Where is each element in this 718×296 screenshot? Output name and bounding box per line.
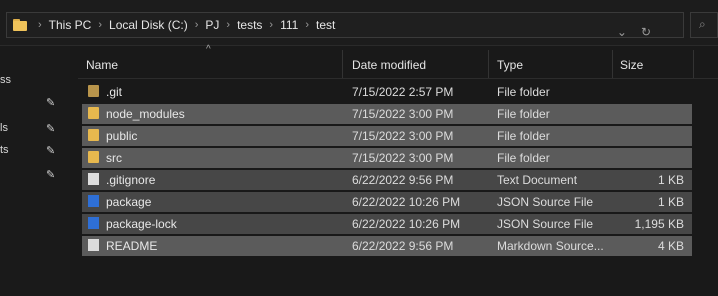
folder-icon bbox=[88, 107, 99, 119]
file-size: 1 KB bbox=[657, 195, 684, 209]
chevron-down-icon[interactable]: ⌄ bbox=[617, 25, 627, 39]
chevron-right-icon[interactable]: › bbox=[98, 19, 102, 31]
file-name: .gitignore bbox=[106, 173, 156, 187]
file-name: src bbox=[106, 151, 122, 165]
refresh-icon[interactable]: ↻ bbox=[641, 25, 651, 39]
column-type[interactable]: Type bbox=[497, 58, 523, 72]
search-box[interactable]: ⌕ bbox=[690, 12, 718, 38]
column-headers: ^ Name Date modified Type Size bbox=[78, 44, 718, 79]
breadcrumb-pj[interactable]: PJ bbox=[205, 18, 219, 32]
file-name: package-lock bbox=[106, 217, 177, 231]
file-size: 1,195 KB bbox=[634, 217, 684, 231]
column-size[interactable]: Size bbox=[620, 58, 643, 72]
file-date: 6/22/2022 9:56 PM bbox=[352, 239, 454, 253]
pin-icon[interactable]: ✎ bbox=[46, 96, 55, 109]
chevron-right-icon[interactable]: › bbox=[38, 19, 42, 31]
file-size: 4 KB bbox=[657, 239, 684, 253]
breadcrumb-111[interactable]: 111 bbox=[280, 18, 298, 32]
file-list: ^ Name Date modified Type Size .git 7/15… bbox=[78, 44, 718, 296]
navigation-pane: ss ✎ ls ✎ ts ✎ ✎ bbox=[0, 46, 70, 296]
breadcrumb-tests[interactable]: tests bbox=[237, 18, 262, 32]
text-file-icon bbox=[88, 173, 99, 185]
breadcrumb-test[interactable]: test bbox=[316, 18, 335, 32]
column-date-modified[interactable]: Date modified bbox=[352, 58, 426, 72]
nav-item-label[interactable]: ls bbox=[0, 122, 8, 134]
chevron-right-icon[interactable]: › bbox=[195, 19, 199, 31]
breadcrumb: › This PC › Local Disk (C:) › PJ › tests… bbox=[31, 18, 335, 32]
nav-item-label[interactable]: ss bbox=[0, 74, 11, 86]
file-row-package[interactable]: package 6/22/2022 10:26 PM JSON Source F… bbox=[82, 192, 692, 212]
breadcrumb-local-disk[interactable]: Local Disk (C:) bbox=[109, 18, 188, 32]
json-file-icon bbox=[88, 217, 99, 229]
file-date: 6/22/2022 9:56 PM bbox=[352, 173, 454, 187]
file-type: File folder bbox=[497, 151, 550, 165]
chevron-right-icon[interactable]: › bbox=[305, 19, 309, 31]
column-name[interactable]: Name bbox=[86, 58, 118, 72]
pin-icon[interactable]: ✎ bbox=[46, 144, 55, 157]
file-row-package-lock[interactable]: package-lock 6/22/2022 10:26 PM JSON Sou… bbox=[82, 214, 692, 234]
file-name: .git bbox=[106, 85, 123, 99]
pin-icon[interactable]: ✎ bbox=[46, 168, 55, 181]
file-date: 7/15/2022 3:00 PM bbox=[352, 107, 454, 121]
file-name: package bbox=[106, 195, 152, 209]
sort-ascending-icon: ^ bbox=[206, 44, 211, 55]
file-size: 1 KB bbox=[657, 173, 684, 187]
file-row-public[interactable]: public 7/15/2022 3:00 PM File folder bbox=[82, 126, 692, 146]
file-row-gitignore[interactable]: .gitignore 6/22/2022 9:56 PM Text Docume… bbox=[82, 170, 692, 190]
file-type: Text Document bbox=[497, 173, 578, 187]
breadcrumb-this-pc[interactable]: This PC bbox=[49, 18, 92, 32]
file-date: 7/15/2022 2:57 PM bbox=[352, 85, 454, 99]
file-row-readme[interactable]: README 6/22/2022 9:56 PM Markdown Source… bbox=[82, 236, 692, 256]
file-row-git[interactable]: .git 7/15/2022 2:57 PM File folder bbox=[82, 82, 692, 102]
search-icon: ⌕ bbox=[699, 17, 706, 31]
nav-item-label[interactable]: ts bbox=[0, 144, 9, 156]
markdown-file-icon bbox=[88, 239, 99, 251]
file-date: 7/15/2022 3:00 PM bbox=[352, 129, 454, 143]
file-date: 7/15/2022 3:00 PM bbox=[352, 151, 454, 165]
folder-icon bbox=[88, 151, 99, 163]
file-row-node-modules[interactable]: node_modules 7/15/2022 3:00 PM File fold… bbox=[82, 104, 692, 124]
file-type: File folder bbox=[497, 85, 550, 99]
chevron-right-icon[interactable]: › bbox=[269, 19, 273, 31]
file-type: File folder bbox=[497, 107, 550, 121]
folder-icon bbox=[88, 85, 99, 97]
file-date: 6/22/2022 10:26 PM bbox=[352, 195, 461, 209]
json-file-icon bbox=[88, 195, 99, 207]
file-name: node_modules bbox=[106, 107, 185, 121]
chevron-right-icon[interactable]: › bbox=[226, 19, 230, 31]
file-row-src[interactable]: src 7/15/2022 3:00 PM File folder bbox=[82, 148, 692, 168]
address-bar[interactable]: › This PC › Local Disk (C:) › PJ › tests… bbox=[6, 12, 684, 39]
pin-icon[interactable]: ✎ bbox=[46, 122, 55, 135]
file-type: JSON Source File bbox=[497, 195, 594, 209]
file-name: public bbox=[106, 129, 138, 143]
file-type: Markdown Source... bbox=[497, 239, 604, 253]
file-date: 6/22/2022 10:26 PM bbox=[352, 217, 461, 231]
address-bar-area: › This PC › Local Disk (C:) › PJ › tests… bbox=[0, 0, 718, 46]
folder-icon bbox=[88, 129, 99, 141]
folder-icon bbox=[13, 19, 27, 31]
file-type: JSON Source File bbox=[497, 217, 594, 231]
file-type: File folder bbox=[497, 129, 550, 143]
file-name: README bbox=[106, 239, 158, 253]
